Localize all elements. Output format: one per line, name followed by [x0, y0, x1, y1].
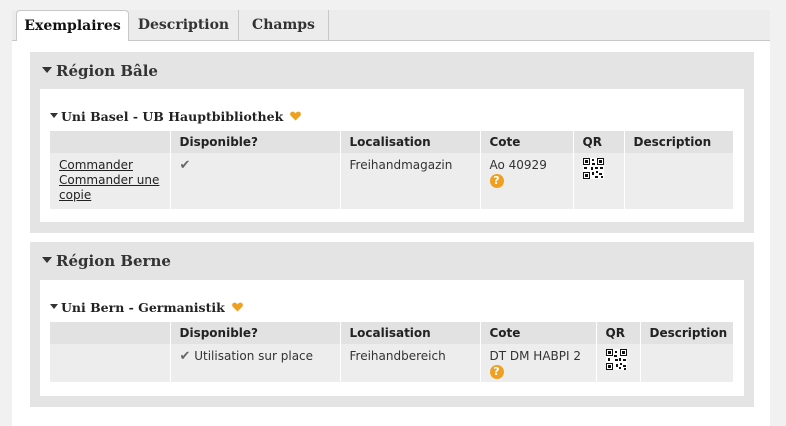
collapse-triangle-icon[interactable]: [50, 304, 58, 309]
holdings-table: Disponible? Localisation Cote QR Descrip…: [50, 131, 733, 209]
collapse-triangle-icon[interactable]: [42, 257, 52, 263]
tab-champs[interactable]: Champs: [239, 10, 329, 40]
column-header-qr: QR: [573, 131, 625, 153]
column-header: [50, 131, 171, 153]
region-basel: Région Bâle Uni Basel - UB Hauptbiblioth…: [30, 52, 754, 233]
library-title[interactable]: Uni Basel - UB Hauptbibliothek: [50, 109, 302, 125]
column-header-location: Localisation: [340, 131, 481, 153]
column-header-available: Disponible?: [170, 131, 341, 153]
location-cell: Freihandmagazin: [340, 153, 481, 209]
qr-code-icon[interactable]: [582, 158, 604, 179]
checkmark-icon: ✔: [179, 158, 191, 173]
region-bern: Région Berne Uni Bern - Germanistik Disp…: [30, 242, 754, 407]
record-panel: Exemplaires Description Champs Région Bâ…: [12, 10, 770, 426]
description-cell: [640, 344, 733, 382]
column-header-location: Localisation: [340, 322, 481, 344]
column-header-description: Description: [640, 322, 733, 344]
location-cell: Freihandbereich: [340, 344, 481, 382]
available-cell: ✔ Utilisation sur place: [170, 344, 341, 382]
table-row: Commander Commander une copie ✔ Freihand…: [50, 153, 733, 209]
tab-exemplaires[interactable]: Exemplaires: [16, 10, 129, 41]
library-title[interactable]: Uni Bern - Germanistik: [50, 300, 243, 316]
column-header-qr: QR: [596, 322, 641, 344]
collapse-triangle-icon[interactable]: [50, 113, 58, 118]
cote-cell: Ao 40929 ?: [480, 153, 574, 209]
column-header-description: Description: [624, 131, 733, 153]
favorite-heart-icon[interactable]: [290, 109, 302, 124]
availability-text: Utilisation sur place: [194, 349, 314, 363]
column-header-cote: Cote: [480, 322, 597, 344]
library-block: Uni Basel - UB Hauptbibliothek Disponibl…: [40, 89, 744, 222]
holdings-table: Disponible? Localisation Cote QR Descrip…: [50, 322, 733, 382]
library-block: Uni Bern - Germanistik Disponible? Local…: [40, 280, 744, 396]
actions-cell: [50, 344, 171, 382]
library-name: Uni Bern - Germanistik: [61, 300, 225, 315]
actions-cell: Commander Commander une copie: [50, 153, 171, 209]
cote-value: DT DM HABPI 2: [489, 349, 581, 363]
order-link[interactable]: Commander: [59, 158, 170, 173]
tab-description[interactable]: Description: [129, 10, 239, 40]
table-header-row: Disponible? Localisation Cote QR Descrip…: [50, 131, 733, 153]
available-cell: ✔: [170, 153, 341, 209]
column-header: [50, 322, 171, 344]
region-title[interactable]: Région Bâle: [42, 62, 158, 80]
favorite-heart-icon[interactable]: [231, 300, 243, 315]
cote-value: Ao 40929: [489, 158, 547, 172]
help-icon[interactable]: ?: [489, 174, 504, 188]
qr-code-icon[interactable]: [605, 349, 627, 370]
qr-cell: [596, 344, 641, 382]
checkmark-icon: ✔: [179, 349, 191, 364]
column-header-available: Disponible?: [170, 322, 341, 344]
collapse-triangle-icon[interactable]: [42, 67, 52, 73]
table-row: ✔ Utilisation sur place Freihandbereich …: [50, 344, 733, 382]
column-header-cote: Cote: [480, 131, 574, 153]
order-copy-link[interactable]: Commander une copie: [59, 173, 170, 203]
table-header-row: Disponible? Localisation Cote QR Descrip…: [50, 322, 733, 344]
region-title-text: Région Berne: [56, 252, 171, 270]
qr-cell: [573, 153, 625, 209]
description-cell: [624, 153, 733, 209]
tab-bar: Exemplaires Description Champs: [12, 10, 770, 41]
library-name: Uni Basel - UB Hauptbibliothek: [61, 109, 284, 124]
region-title-text: Région Bâle: [56, 62, 158, 80]
help-icon[interactable]: ?: [489, 365, 504, 379]
cote-cell: DT DM HABPI 2 ?: [480, 344, 597, 382]
region-title[interactable]: Région Berne: [42, 252, 171, 270]
